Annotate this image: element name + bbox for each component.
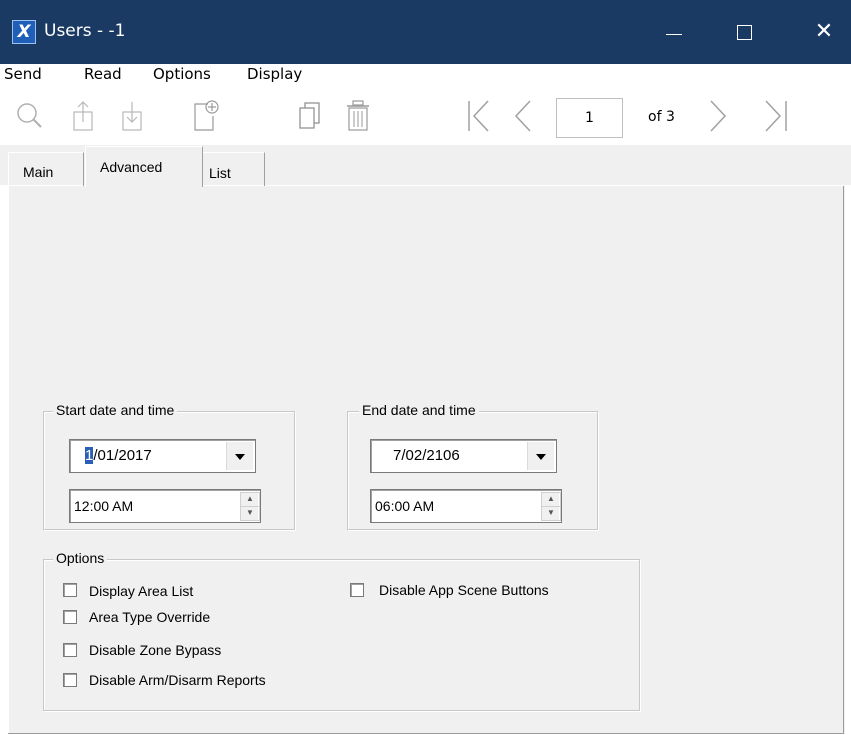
end-date-dropdown-icon[interactable] — [527, 442, 554, 470]
disable-zone-bypass-label[interactable]: Disable Zone Bypass — [89, 642, 221, 658]
close-icon: ✕ — [814, 19, 834, 44]
panel-border — [8, 733, 844, 734]
first-record-icon[interactable] — [464, 98, 494, 134]
start-date-picker[interactable]: 1/01/2017 — [69, 439, 256, 473]
last-record-icon[interactable] — [760, 98, 790, 134]
end-date-picker[interactable]: 7/02/2106 — [370, 439, 557, 473]
menu-send[interactable]: Send — [4, 65, 42, 83]
tab-advanced-label: Advanced — [100, 159, 163, 175]
maximize-icon — [737, 25, 752, 40]
area-type-override-label[interactable]: Area Type Override — [89, 609, 210, 625]
close-button[interactable]: ✕ — [794, 0, 851, 64]
minimize-button[interactable] — [644, 0, 704, 64]
window-title: Users - -1 — [44, 21, 126, 41]
start-date-dropdown-icon[interactable] — [226, 442, 253, 470]
spin-up-icon[interactable]: ▲ — [240, 492, 260, 507]
spin-up-icon[interactable]: ▲ — [541, 492, 561, 507]
menu-bar: Send Read Options Display — [0, 64, 851, 88]
start-time-value: 12:00 AM — [74, 498, 134, 514]
area-type-override-checkbox[interactable] — [63, 610, 77, 624]
upload-icon[interactable] — [68, 98, 98, 134]
page-total-label: of 3 — [648, 109, 675, 125]
delete-icon[interactable] — [343, 98, 373, 134]
spin-down-icon[interactable]: ▼ — [240, 506, 260, 521]
options-group — [43, 559, 640, 711]
end-time-stepper[interactable]: ▲ ▼ — [541, 492, 561, 521]
tab-list-label: List — [209, 165, 231, 181]
title-bar[interactable]: X Users - -1 ✕ — [0, 0, 851, 64]
tab-main-label: Main — [23, 164, 54, 180]
spin-down-icon[interactable]: ▼ — [541, 506, 561, 521]
end-time-field[interactable]: 06:00 AM ▲ ▼ — [370, 489, 562, 523]
menu-display[interactable]: Display — [247, 65, 302, 83]
panel-border — [843, 186, 844, 734]
display-area-list-checkbox[interactable] — [63, 583, 77, 597]
download-icon[interactable] — [117, 98, 147, 134]
copy-icon[interactable] — [295, 98, 325, 134]
options-legend: Options — [53, 550, 108, 566]
previous-record-icon[interactable] — [508, 98, 538, 134]
start-time-field[interactable]: 12:00 AM ▲ ▼ — [69, 489, 261, 523]
end-date-legend: End date and time — [359, 402, 479, 418]
maximize-button[interactable] — [715, 0, 775, 64]
search-icon[interactable] — [14, 98, 44, 134]
app-logo-icon: X — [12, 20, 36, 44]
disable-app-scene-buttons-label[interactable]: Disable App Scene Buttons — [379, 582, 549, 598]
disable-arm-disarm-reports-label[interactable]: Disable Arm/Disarm Reports — [89, 672, 266, 688]
start-date-legend: Start date and time — [53, 402, 178, 418]
tab-main[interactable]: Main — [8, 152, 84, 186]
toolbar — [0, 88, 851, 146]
start-date-value: /01/2017 — [93, 447, 152, 464]
menu-options[interactable]: Options — [153, 65, 211, 83]
end-date-value: 7/02/2106 — [393, 447, 460, 464]
display-area-list-label[interactable]: Display Area List — [89, 583, 193, 599]
tab-list[interactable]: List — [200, 152, 265, 186]
end-time-value: 06:00 AM — [375, 498, 435, 514]
disable-zone-bypass-checkbox[interactable] — [63, 643, 77, 657]
minimize-icon — [666, 34, 682, 35]
disable-arm-disarm-reports-checkbox[interactable] — [63, 673, 77, 687]
start-time-stepper[interactable]: ▲ ▼ — [240, 492, 260, 521]
tab-strip: Main Advanced List — [0, 145, 851, 187]
disable-app-scene-buttons-checkbox[interactable] — [350, 583, 364, 597]
new-record-icon[interactable] — [190, 98, 220, 134]
next-record-icon[interactable] — [703, 98, 733, 134]
page-number-input[interactable]: 1 — [556, 98, 623, 138]
tab-advanced[interactable]: Advanced — [85, 146, 203, 187]
menu-read[interactable]: Read — [84, 65, 122, 83]
